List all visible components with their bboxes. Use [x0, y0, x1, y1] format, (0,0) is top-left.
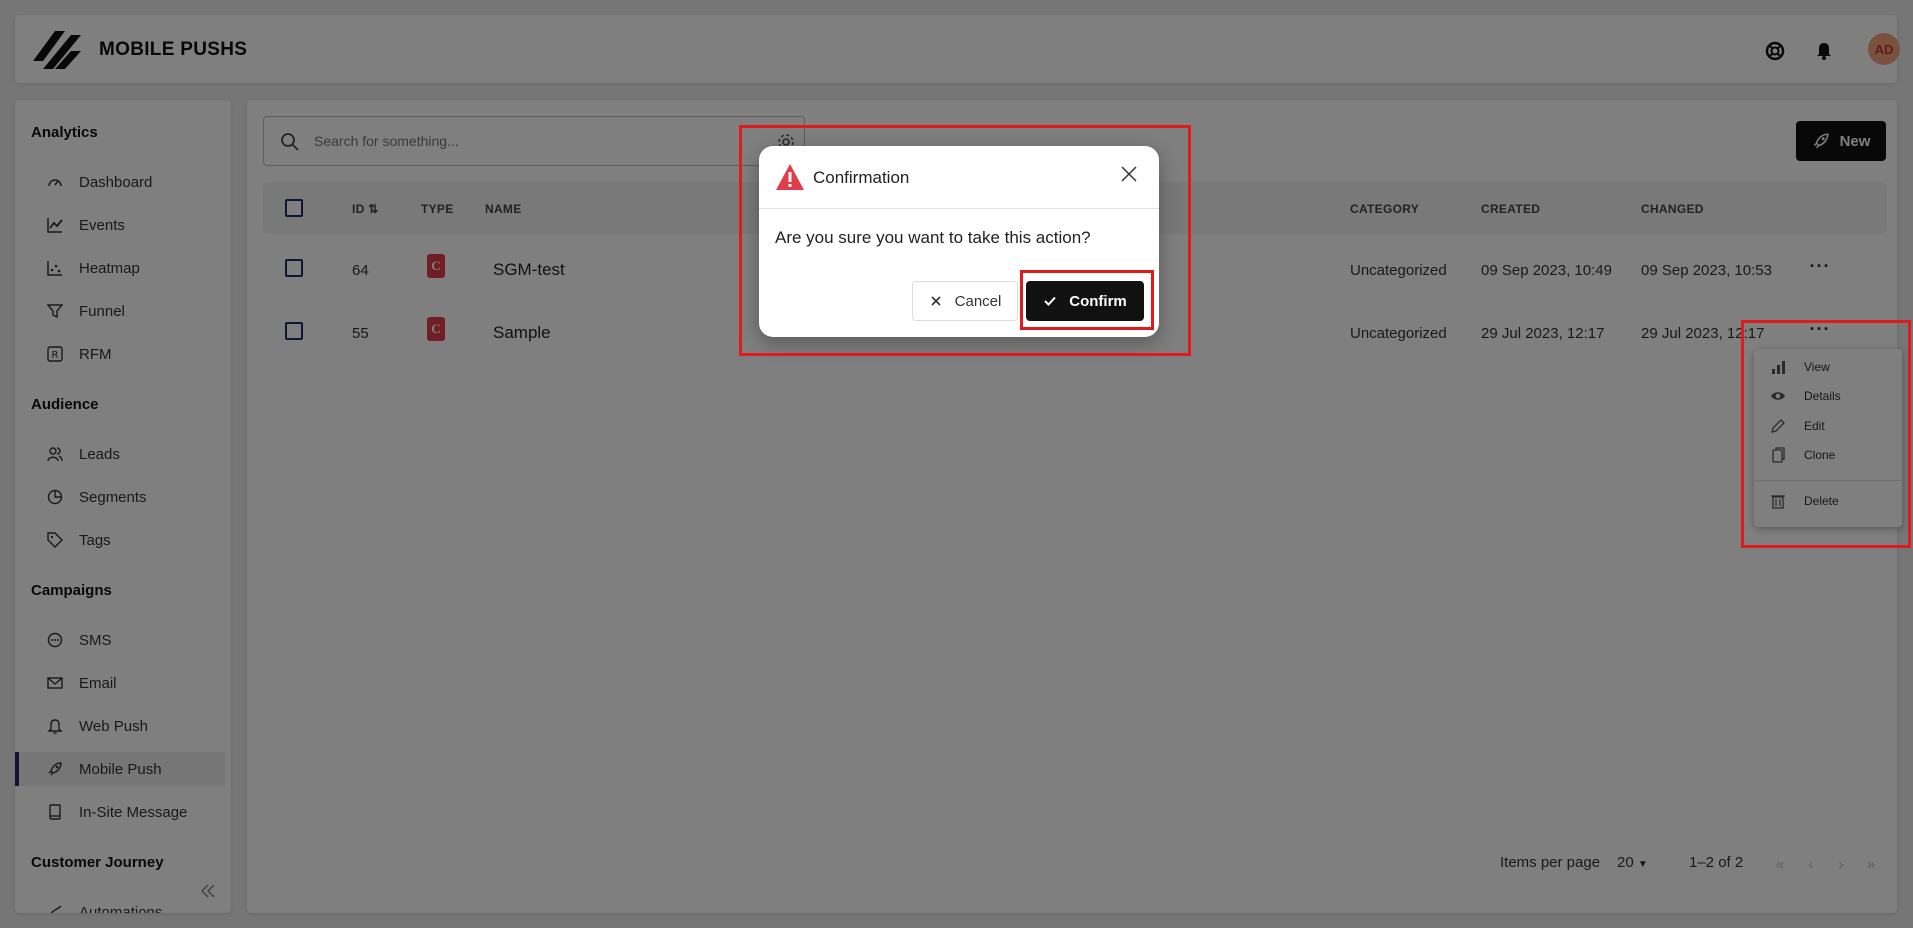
- annotation-box-menu: [1741, 320, 1911, 548]
- annotation-box-confirm: [1020, 270, 1154, 330]
